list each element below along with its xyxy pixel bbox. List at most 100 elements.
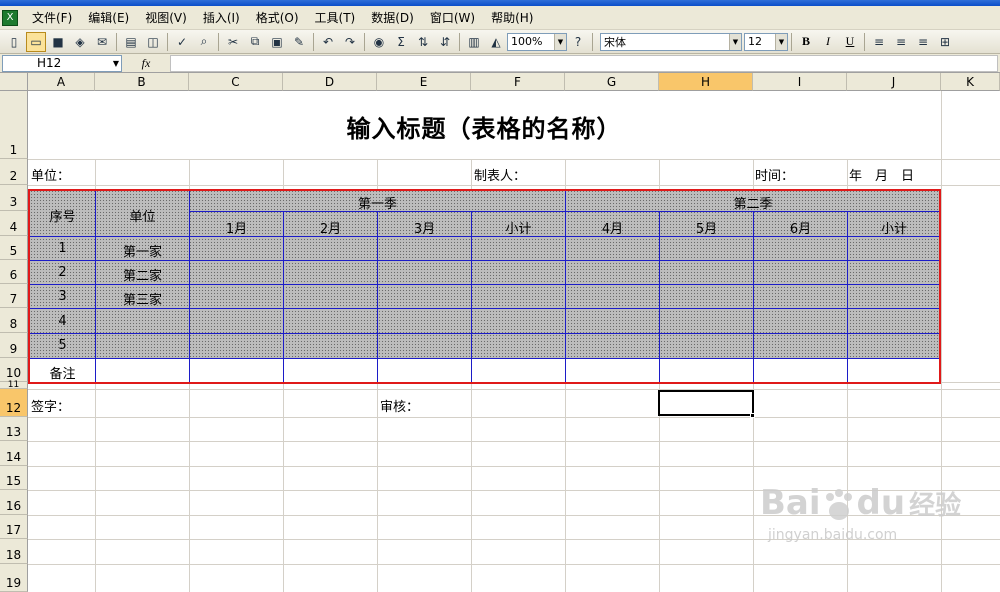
menu-tools[interactable]: 工具(T) — [307, 6, 364, 30]
print-preview-icon[interactable]: ◫ — [143, 32, 163, 52]
align-left-icon[interactable]: ≡ — [869, 32, 889, 52]
row-number: 9 — [9, 342, 18, 356]
toolbar-separator — [459, 32, 460, 51]
chart-wizard-icon[interactable]: ▥ — [464, 32, 484, 52]
column-header-b[interactable]: B — [95, 73, 189, 91]
font-size-select[interactable]: 12 ▼ — [744, 32, 788, 51]
watermark-brand-suffix: du — [856, 483, 906, 523]
undo-icon[interactable]: ↶ — [318, 32, 338, 52]
table-border — [30, 284, 940, 285]
row-header-10[interactable]: 10 — [0, 358, 28, 382]
new-icon[interactable]: ▯ — [4, 32, 24, 52]
menu-help[interactable]: 帮助(H) — [483, 6, 541, 30]
align-center-icon[interactable]: ≡ — [891, 32, 911, 52]
drawing-icon[interactable]: ◭ — [486, 32, 506, 52]
column-header-g[interactable]: G — [565, 73, 659, 91]
menu-edit[interactable]: 编辑(E) — [80, 6, 137, 30]
zoom-select[interactable]: 100% ▼ — [507, 32, 567, 51]
spelling-icon[interactable]: ✓ — [172, 32, 192, 52]
sort-ascending-icon[interactable]: ⇅ — [413, 32, 433, 52]
menu-format[interactable]: 格式(O) — [248, 6, 307, 30]
row-header-6[interactable]: 6 — [0, 260, 28, 284]
save-icon[interactable]: ■ — [48, 32, 68, 52]
header-q1: 第一季 — [357, 197, 397, 212]
chevron-down-icon[interactable]: ▼ — [554, 33, 566, 50]
fill-handle[interactable] — [750, 413, 755, 418]
research-icon[interactable]: ⌕ — [194, 32, 214, 52]
select-all-corner[interactable] — [0, 73, 28, 91]
gridline — [28, 466, 1000, 467]
row-header-11[interactable]: 11 — [0, 380, 28, 390]
row-number: 4 — [9, 220, 18, 234]
row-header-5[interactable]: 5 — [0, 236, 28, 260]
column-header-j[interactable]: J — [847, 73, 941, 91]
column-header-c[interactable]: C — [189, 73, 283, 91]
row-header-16[interactable]: 16 — [0, 490, 28, 515]
header-month: 3月 — [413, 222, 436, 237]
bold-button[interactable]: B — [796, 32, 816, 52]
row-header-7[interactable]: 7 — [0, 284, 28, 308]
function-icon[interactable]: fx — [122, 56, 170, 71]
row-header-15[interactable]: 15 — [0, 466, 28, 490]
row-header-19[interactable]: 19 — [0, 564, 28, 592]
sort-descending-icon[interactable]: ⇵ — [435, 32, 455, 52]
row-number: 16 — [5, 499, 22, 513]
print-icon[interactable]: ▤ — [121, 32, 141, 52]
chevron-down-icon[interactable]: ▼ — [775, 33, 787, 50]
column-header-e[interactable]: E — [377, 73, 471, 91]
row-header-17[interactable]: 17 — [0, 515, 28, 539]
row-seq: 3 — [58, 289, 67, 304]
row-header-8[interactable]: 8 — [0, 308, 28, 333]
excel-app-icon[interactable]: X — [2, 9, 18, 26]
row-header-2[interactable]: 2 — [0, 159, 28, 185]
merge-center-icon[interactable]: ⊞ — [935, 32, 955, 52]
hyperlink-icon[interactable]: ◉ — [369, 32, 389, 52]
menu-insert[interactable]: 插入(I) — [195, 6, 248, 30]
menu-bar: X 文件(F) 编辑(E) 视图(V) 插入(I) 格式(O) 工具(T) 数据… — [0, 6, 1000, 30]
spreadsheet-grid[interactable]: A B C D E F G H I J K 1 2 3 4 5 6 7 8 9 … — [0, 73, 1000, 592]
column-header-k[interactable]: K — [941, 73, 1000, 91]
row-header-4[interactable]: 4 — [0, 211, 28, 236]
menu-data[interactable]: 数据(D) — [363, 6, 422, 30]
menu-file[interactable]: 文件(F) — [24, 6, 80, 30]
menu-window[interactable]: 窗口(W) — [422, 6, 483, 30]
redo-icon[interactable]: ↷ — [340, 32, 360, 52]
cut-icon[interactable]: ✂ — [223, 32, 243, 52]
row-number: 12 — [5, 401, 22, 415]
row-header-3[interactable]: 3 — [0, 185, 28, 211]
table-border — [30, 308, 940, 309]
row-header-18[interactable]: 18 — [0, 539, 28, 564]
row-header-9[interactable]: 9 — [0, 333, 28, 358]
column-header-a[interactable]: A — [28, 73, 95, 91]
email-icon[interactable]: ✉ — [92, 32, 112, 52]
column-header-d[interactable]: D — [283, 73, 377, 91]
copy-icon[interactable]: ⧉ — [245, 32, 265, 52]
toolbar-separator — [791, 32, 792, 51]
row-header-14[interactable]: 14 — [0, 441, 28, 466]
active-cell[interactable] — [658, 390, 754, 416]
align-right-icon[interactable]: ≡ — [913, 32, 933, 52]
name-box[interactable]: H12 ▼ — [2, 54, 122, 72]
font-select[interactable]: 宋体 ▼ — [600, 32, 742, 51]
column-header-i[interactable]: I — [753, 73, 847, 91]
column-header-h[interactable]: H — [659, 73, 753, 91]
formula-input[interactable] — [170, 54, 998, 72]
chevron-down-icon[interactable]: ▼ — [113, 56, 119, 71]
paste-icon[interactable]: ▣ — [267, 32, 287, 52]
watermark-url: jingyan.baidu.com — [768, 527, 898, 543]
column-header-f[interactable]: F — [471, 73, 565, 91]
open-icon[interactable]: ▭ — [26, 31, 46, 52]
row-header-1[interactable]: 1 — [0, 91, 28, 159]
chevron-down-icon[interactable]: ▼ — [729, 33, 741, 50]
menu-view[interactable]: 视图(V) — [137, 6, 195, 30]
underline-button[interactable]: U — [840, 32, 860, 52]
format-painter-icon[interactable]: ✎ — [289, 32, 309, 52]
gridline — [28, 389, 1000, 390]
permission-icon[interactable]: ◈ — [70, 32, 90, 52]
header-month: 4月 — [601, 222, 624, 237]
row-header-12[interactable]: 12 — [0, 389, 28, 417]
autosum-icon[interactable]: Σ — [391, 32, 411, 52]
italic-button[interactable]: I — [818, 32, 838, 52]
help-icon[interactable]: ? — [568, 32, 588, 52]
row-header-13[interactable]: 13 — [0, 417, 28, 441]
